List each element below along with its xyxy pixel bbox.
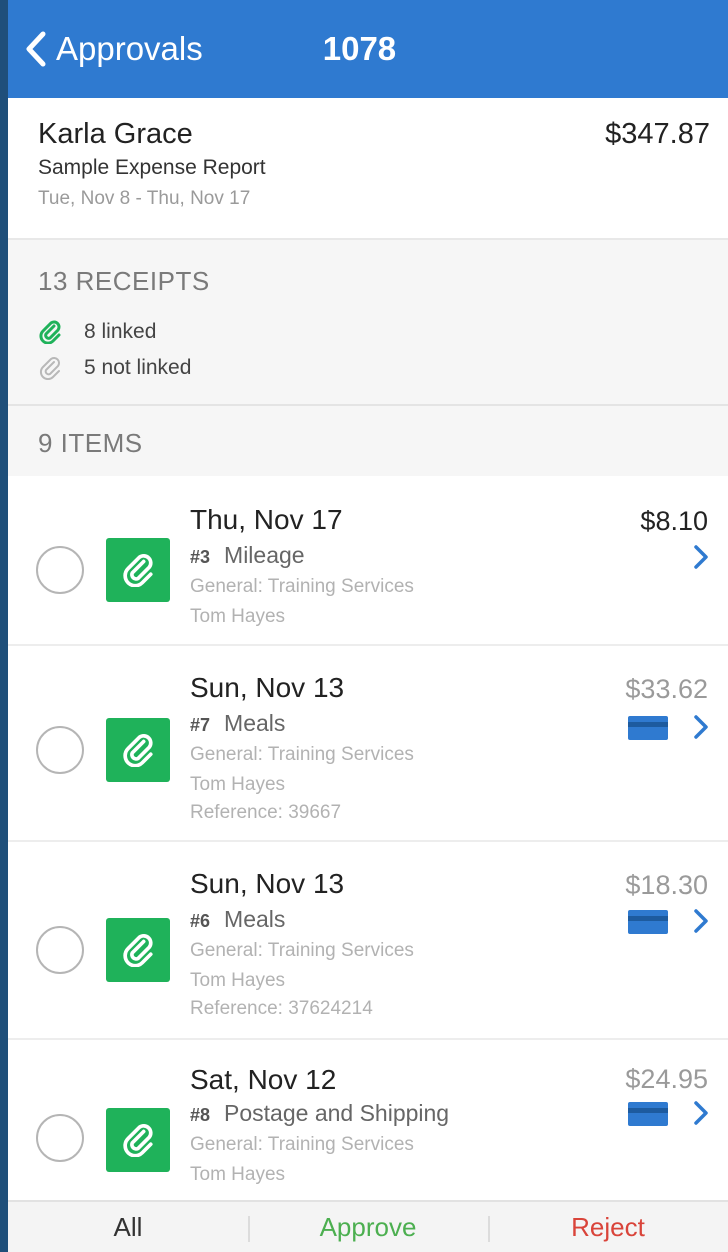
item-date: Sun, Nov 13 bbox=[190, 868, 345, 899]
item-person: Tom Hayes bbox=[190, 970, 286, 991]
chevron-right-icon[interactable] bbox=[692, 714, 710, 740]
credit-card-icon bbox=[628, 1102, 668, 1126]
receipt-linked-badge bbox=[106, 718, 170, 782]
paperclip-icon bbox=[123, 554, 153, 587]
item-date: Sat, Nov 12 bbox=[190, 1064, 337, 1095]
item-type: Meals bbox=[224, 906, 286, 932]
report-date-range: Tue, Nov 8 - Thu, Nov 17 bbox=[38, 188, 251, 209]
item-number: #3 bbox=[190, 547, 211, 567]
app-screen: Approvals 1078 Karla Grace $347.87 Sampl… bbox=[8, 0, 728, 1252]
back-label: Approvals bbox=[56, 30, 203, 67]
report-summary: Karla Grace $347.87 Sample Expense Repor… bbox=[8, 98, 728, 240]
item-type-line: #8 Postage and Shipping bbox=[190, 1100, 449, 1127]
item-person: Tom Hayes bbox=[190, 774, 286, 795]
chevron-right-icon[interactable] bbox=[692, 544, 710, 570]
expense-item[interactable]: Sat, Nov 12 #8 Postage and Shipping Gener… bbox=[8, 1040, 728, 1200]
report-total: $347.87 bbox=[605, 118, 710, 150]
items-header: 9 ITEMS bbox=[8, 406, 728, 476]
item-amount: $18.30 bbox=[625, 870, 708, 900]
reject-button[interactable]: Reject bbox=[488, 1202, 728, 1252]
item-reference: Reference: 39667 bbox=[190, 802, 342, 823]
select-radio[interactable] bbox=[36, 1114, 84, 1162]
receipts-linked-label: 8 linked bbox=[84, 320, 157, 343]
expense-item[interactable]: Sun, Nov 13 #7 Meals General: Training Se… bbox=[8, 646, 728, 842]
select-all-button[interactable]: All bbox=[8, 1202, 248, 1252]
chevron-right-icon[interactable] bbox=[692, 1100, 710, 1126]
items-title: 9 ITEMS bbox=[38, 428, 143, 458]
item-number: #7 bbox=[190, 715, 211, 735]
paperclip-icon bbox=[123, 734, 153, 767]
item-date: Sun, Nov 13 bbox=[190, 672, 345, 703]
credit-card-icon bbox=[628, 910, 668, 934]
receipts-title: 13 RECEIPTS bbox=[38, 266, 210, 296]
paperclip-icon bbox=[123, 1124, 153, 1157]
credit-card-icon bbox=[628, 716, 668, 740]
expense-item[interactable]: Thu, Nov 17 #3 Mileage General: Training … bbox=[8, 476, 728, 646]
item-type-line: #6 Meals bbox=[190, 906, 285, 933]
receipt-linked-badge bbox=[106, 538, 170, 602]
approve-button[interactable]: Approve bbox=[248, 1202, 488, 1252]
item-person: Tom Hayes bbox=[190, 606, 286, 627]
item-reference: Reference: 37624214 bbox=[190, 998, 373, 1019]
item-category: General: Training Services bbox=[190, 744, 414, 765]
item-amount: $33.62 bbox=[625, 674, 708, 704]
item-category: General: Training Services bbox=[190, 1134, 414, 1155]
action-bar: All Approve Reject bbox=[8, 1200, 728, 1252]
item-amount: $24.95 bbox=[625, 1064, 708, 1094]
item-date: Thu, Nov 17 bbox=[190, 504, 343, 535]
item-person: Tom Hayes bbox=[190, 1164, 286, 1185]
receipt-linked-badge bbox=[106, 918, 170, 982]
item-type: Meals bbox=[224, 710, 286, 736]
select-radio[interactable] bbox=[36, 546, 84, 594]
receipt-linked-badge bbox=[106, 1108, 170, 1172]
select-radio[interactable] bbox=[36, 926, 84, 974]
item-type-line: #7 Meals bbox=[190, 710, 285, 737]
report-number: 1078 bbox=[322, 30, 397, 67]
expense-item[interactable]: Sun, Nov 13 #6 Meals General: Training Se… bbox=[8, 842, 728, 1040]
item-type: Postage and Shipping bbox=[224, 1100, 450, 1126]
paperclip-outline-icon bbox=[39, 357, 60, 380]
report-name: Sample Expense Report bbox=[38, 156, 266, 179]
back-button[interactable]: Approvals bbox=[24, 30, 203, 68]
item-category: General: Training Services bbox=[190, 940, 414, 961]
chevron-right-icon[interactable] bbox=[692, 908, 710, 934]
item-type-line: #3 Mileage bbox=[190, 542, 305, 569]
receipts-not-linked-row[interactable]: 5 not linked bbox=[38, 356, 191, 380]
chevron-left-icon bbox=[26, 31, 46, 67]
item-category: General: Training Services bbox=[190, 576, 414, 597]
receipts-linked-row[interactable]: 8 linked bbox=[38, 320, 156, 344]
item-number: #6 bbox=[190, 911, 211, 931]
nav-bar: Approvals 1078 bbox=[8, 0, 728, 98]
item-type: Mileage bbox=[224, 542, 305, 568]
receipts-not-linked-label: 5 not linked bbox=[84, 356, 192, 379]
select-radio[interactable] bbox=[36, 726, 84, 774]
submitter-name: Karla Grace bbox=[38, 118, 193, 150]
item-amount: $8.10 bbox=[640, 506, 708, 536]
paperclip-icon bbox=[39, 320, 61, 344]
paperclip-icon bbox=[123, 934, 153, 967]
receipts-section: 13 RECEIPTS 8 linked 5 not linked bbox=[8, 240, 728, 406]
item-number: #8 bbox=[190, 1105, 211, 1125]
